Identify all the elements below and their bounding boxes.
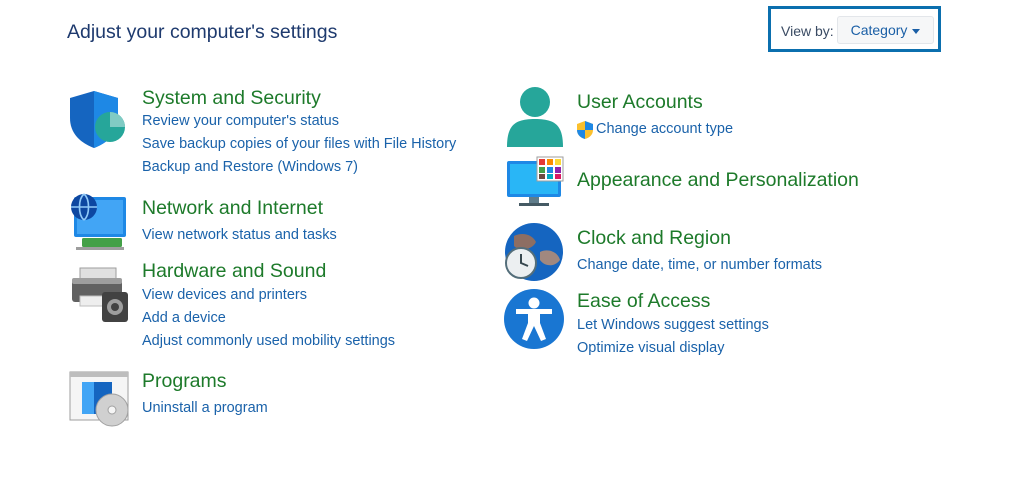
page-title: Adjust your computer's settings [67,21,338,43]
category-system-security[interactable]: System and Security [142,87,321,110]
uac-shield-icon [575,120,595,140]
view-by-label: View by: [781,23,834,39]
link-date-time-formats[interactable]: Change date, time, or number formats [577,257,822,273]
view-by-dropdown[interactable]: Category [837,16,934,44]
view-by-highlight: View by: Category [768,6,941,52]
category-user-accounts[interactable]: User Accounts [577,91,703,114]
category-programs[interactable]: Programs [142,370,227,393]
link-mobility-settings[interactable]: Adjust commonly used mobility settings [142,333,395,349]
link-add-device[interactable]: Add a device [142,310,226,326]
accessibility-icon[interactable] [502,287,566,351]
chevron-down-icon [912,28,921,34]
clock-globe-icon[interactable] [502,222,566,286]
link-network-status[interactable]: View network status and tasks [142,227,337,243]
network-globe-icon[interactable] [68,191,132,255]
link-review-status[interactable]: Review your computer's status [142,113,339,129]
category-ease-of-access[interactable]: Ease of Access [577,290,710,313]
link-change-account-type[interactable]: Change account type [596,121,733,137]
link-uninstall-program[interactable]: Uninstall a program [142,400,268,416]
link-backup-restore[interactable]: Backup and Restore (Windows 7) [142,159,358,175]
category-hardware-sound[interactable]: Hardware and Sound [142,260,326,283]
programs-disc-icon[interactable] [68,370,132,434]
link-devices-printers[interactable]: View devices and printers [142,287,307,303]
link-optimize-visual[interactable]: Optimize visual display [577,340,724,356]
user-icon[interactable] [503,85,567,149]
category-appearance[interactable]: Appearance and Personalization [577,169,859,192]
monitor-palette-icon[interactable] [503,155,567,219]
printer-speaker-icon[interactable] [68,262,132,326]
shield-icon[interactable] [68,88,132,152]
category-network-internet[interactable]: Network and Internet [142,197,323,220]
view-by-value: Category [850,22,908,38]
link-windows-suggest[interactable]: Let Windows suggest settings [577,317,769,333]
category-clock-region[interactable]: Clock and Region [577,227,731,250]
link-file-history[interactable]: Save backup copies of your files with Fi… [142,136,456,152]
